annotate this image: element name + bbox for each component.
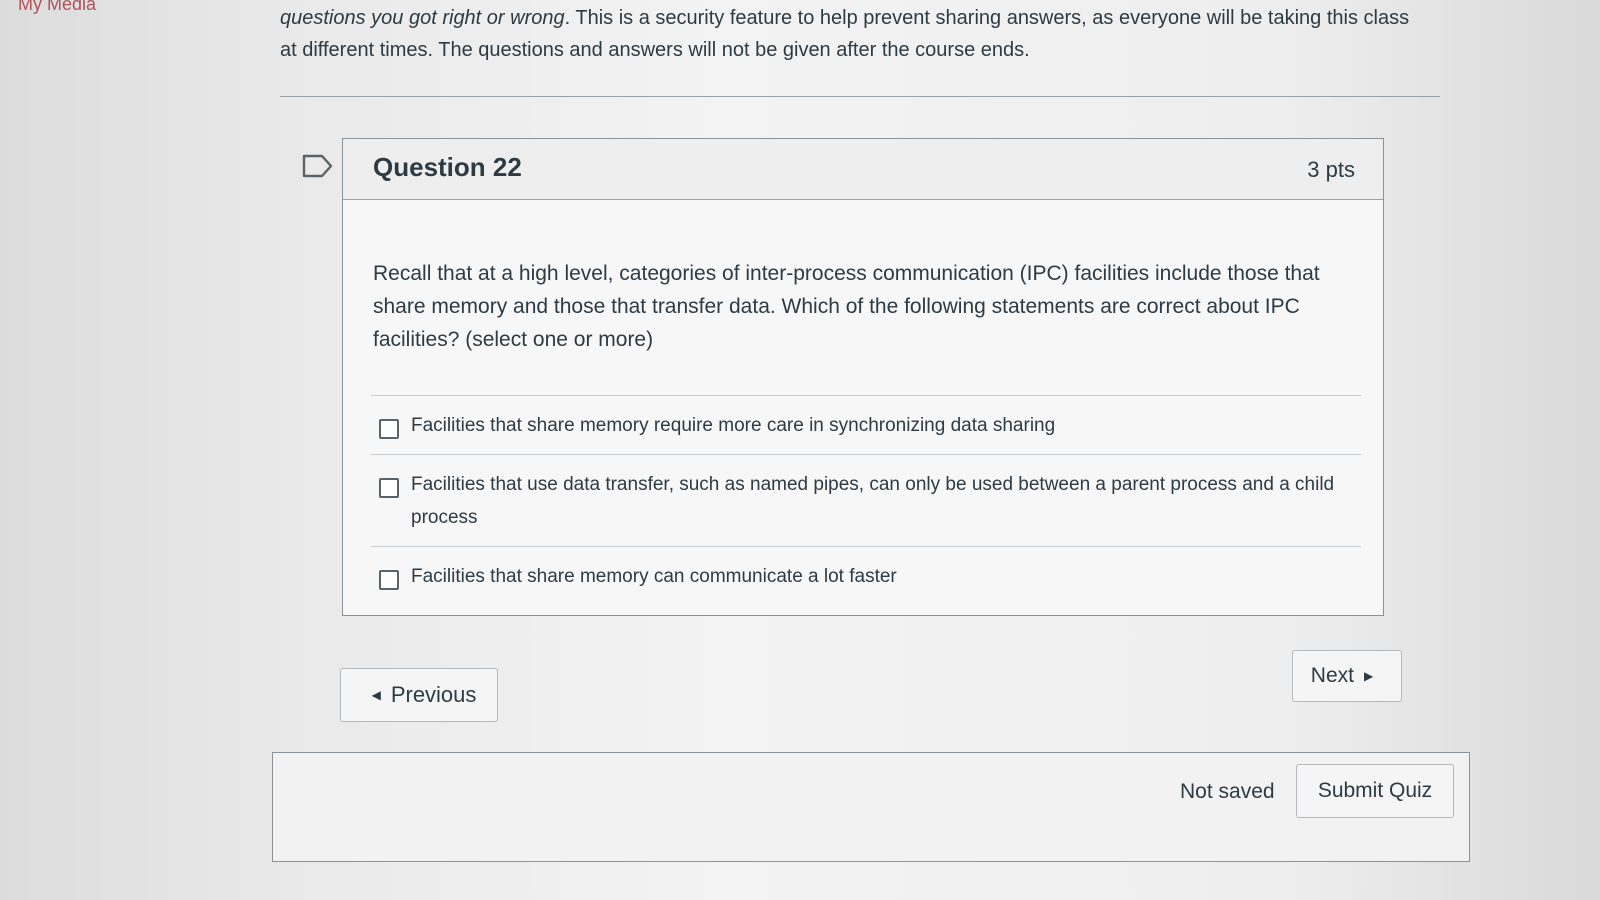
answer-option[interactable]: Facilities that use data transfer, such …: [371, 454, 1361, 546]
submit-quiz-button[interactable]: Submit Quiz: [1296, 764, 1454, 818]
quiz-page: My Media questions you got right or wron…: [0, 0, 1600, 900]
caret-left-icon: ◀: [371, 688, 381, 702]
answer-checkbox[interactable]: [379, 478, 399, 498]
next-label: Next: [1310, 664, 1354, 687]
previous-button[interactable]: ◀ Previous: [340, 668, 498, 722]
answer-list: Facilities that share memory require mor…: [371, 395, 1361, 605]
answer-option[interactable]: Facilities that share memory can communi…: [371, 546, 1361, 605]
next-button[interactable]: Next ▶: [1292, 650, 1402, 702]
quiz-notice: questions you got right or wrong. This i…: [280, 2, 1420, 66]
question-card: Question 22 3 pts Recall that at a high …: [342, 138, 1384, 616]
answer-label[interactable]: Facilities that share memory can communi…: [411, 560, 897, 593]
save-status: Not saved: [1180, 780, 1275, 803]
notice-emphasis: questions you got right or wrong: [280, 7, 565, 29]
divider: [280, 96, 1440, 97]
question-header: Question 22 3 pts: [343, 139, 1383, 200]
caret-right-icon: ▶: [1363, 669, 1374, 683]
answer-label[interactable]: Facilities that share memory require mor…: [411, 409, 1055, 442]
question-text: Recall that at a high level, categories …: [373, 262, 1320, 351]
nav-link-my-media[interactable]: My Media: [18, 0, 96, 15]
answer-label[interactable]: Facilities that use data transfer, such …: [411, 468, 1361, 534]
answer-option[interactable]: Facilities that share memory require mor…: [371, 395, 1361, 454]
answer-checkbox[interactable]: [379, 419, 399, 439]
previous-label: Previous: [390, 682, 477, 707]
quiz-footer: [272, 752, 1470, 862]
question-points: 3 pts: [1307, 157, 1355, 182]
answer-checkbox[interactable]: [379, 570, 399, 590]
flag-icon[interactable]: [302, 154, 334, 178]
question-title: Question 22: [373, 152, 522, 182]
